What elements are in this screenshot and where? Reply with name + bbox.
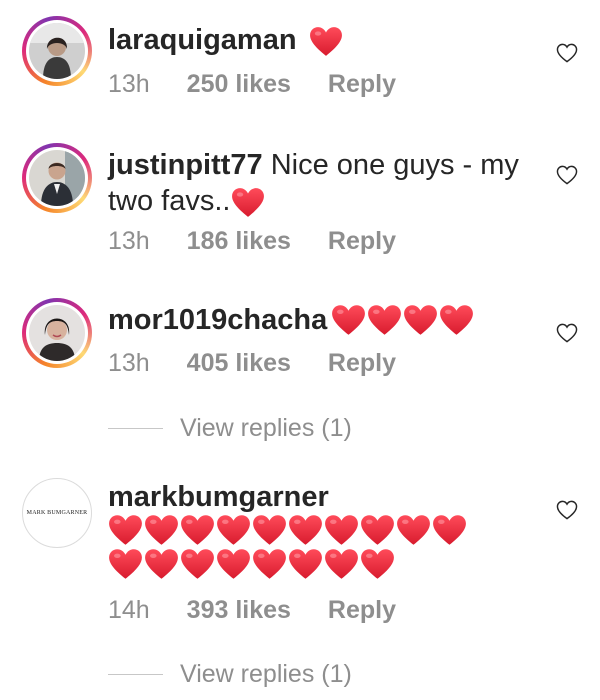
comment-likes[interactable]: 405 likes [187, 349, 291, 377]
divider [108, 674, 163, 675]
comment-likes[interactable]: 393 likes [187, 596, 291, 624]
comment-username[interactable]: justinpitt77 [108, 149, 263, 181]
comment-time: 13h [108, 227, 150, 255]
comment-text: justinpitt77 Nice one guys - my [108, 147, 519, 183]
reply-button[interactable]: Reply [328, 349, 396, 377]
red-heart-emoji-icon [396, 514, 431, 546]
red-heart-emoji-icon [288, 548, 323, 580]
comment-time: 13h [108, 70, 150, 98]
red-heart-emoji-icon [309, 26, 343, 57]
comment-username[interactable]: mor1019chacha [108, 304, 327, 336]
reply-button[interactable]: Reply [328, 70, 396, 98]
comment-likes[interactable]: 186 likes [187, 227, 291, 255]
view-replies-button[interactable]: View replies (1) [108, 660, 352, 689]
like-heart-icon[interactable] [556, 165, 578, 185]
avatar-logo-text: MARK BUMGARNER [26, 510, 88, 516]
comment-text: laraquigaman [108, 22, 343, 58]
red-heart-emoji-icon [367, 304, 402, 336]
red-heart-emoji-icon [439, 304, 474, 336]
view-replies-label[interactable]: View replies (1) [180, 660, 352, 689]
comment-text: mor1019chacha [108, 302, 327, 338]
profile-photo-icon [29, 305, 85, 361]
heart-emoji-row [331, 304, 474, 336]
red-heart-emoji-icon [108, 548, 143, 580]
profile-photo-icon [29, 23, 85, 79]
comment-meta: 13h 250 likes Reply [108, 70, 426, 99]
comment-time: 14h [108, 596, 150, 624]
red-heart-emoji-icon [216, 514, 251, 546]
like-heart-icon[interactable] [556, 500, 578, 520]
avatar[interactable]: MARK BUMGARNER [22, 478, 92, 548]
comment-text: markbumgarner [108, 479, 329, 515]
red-heart-emoji-icon [108, 514, 143, 546]
red-heart-emoji-icon [180, 514, 215, 546]
avatar[interactable] [22, 143, 92, 213]
heart-emoji-row [108, 514, 467, 546]
reply-button[interactable]: Reply [328, 596, 396, 624]
red-heart-emoji-icon [324, 514, 359, 546]
red-heart-emoji-icon [180, 548, 215, 580]
red-heart-emoji-icon [360, 514, 395, 546]
divider [108, 428, 163, 429]
red-heart-emoji-icon [216, 548, 251, 580]
red-heart-emoji-icon [288, 514, 323, 546]
comment-text-continued: two favs.. [108, 183, 265, 219]
red-heart-emoji-icon [324, 548, 359, 580]
comment-time: 13h [108, 349, 150, 377]
heart-emoji-row [108, 548, 395, 580]
comment-body: Nice one guys - my [270, 149, 519, 181]
avatar[interactable] [22, 16, 92, 86]
reply-button[interactable]: Reply [328, 227, 396, 255]
comment-meta: 14h 393 likes Reply [108, 596, 426, 625]
profile-photo-icon [29, 150, 85, 206]
red-heart-emoji-icon [331, 304, 366, 336]
red-heart-emoji-icon [252, 514, 287, 546]
comment-meta: 13h 186 likes Reply [108, 227, 426, 256]
like-heart-icon[interactable] [556, 43, 578, 63]
red-heart-emoji-icon [144, 514, 179, 546]
comment-meta: 13h 405 likes Reply [108, 349, 426, 378]
red-heart-emoji-icon [360, 548, 395, 580]
comment-username[interactable]: markbumgarner [108, 481, 329, 513]
red-heart-emoji-icon [144, 548, 179, 580]
view-replies-button[interactable]: View replies (1) [108, 414, 352, 443]
avatar[interactable] [22, 298, 92, 368]
like-heart-icon[interactable] [556, 323, 578, 343]
red-heart-emoji-icon [403, 304, 438, 336]
comment-username[interactable]: laraquigaman [108, 24, 297, 56]
red-heart-emoji-icon [252, 548, 287, 580]
comment-likes[interactable]: 250 likes [187, 70, 291, 98]
comment-body: two favs.. [108, 185, 231, 217]
red-heart-emoji-icon [432, 514, 467, 546]
view-replies-label[interactable]: View replies (1) [180, 414, 352, 443]
red-heart-emoji-icon [231, 187, 265, 218]
